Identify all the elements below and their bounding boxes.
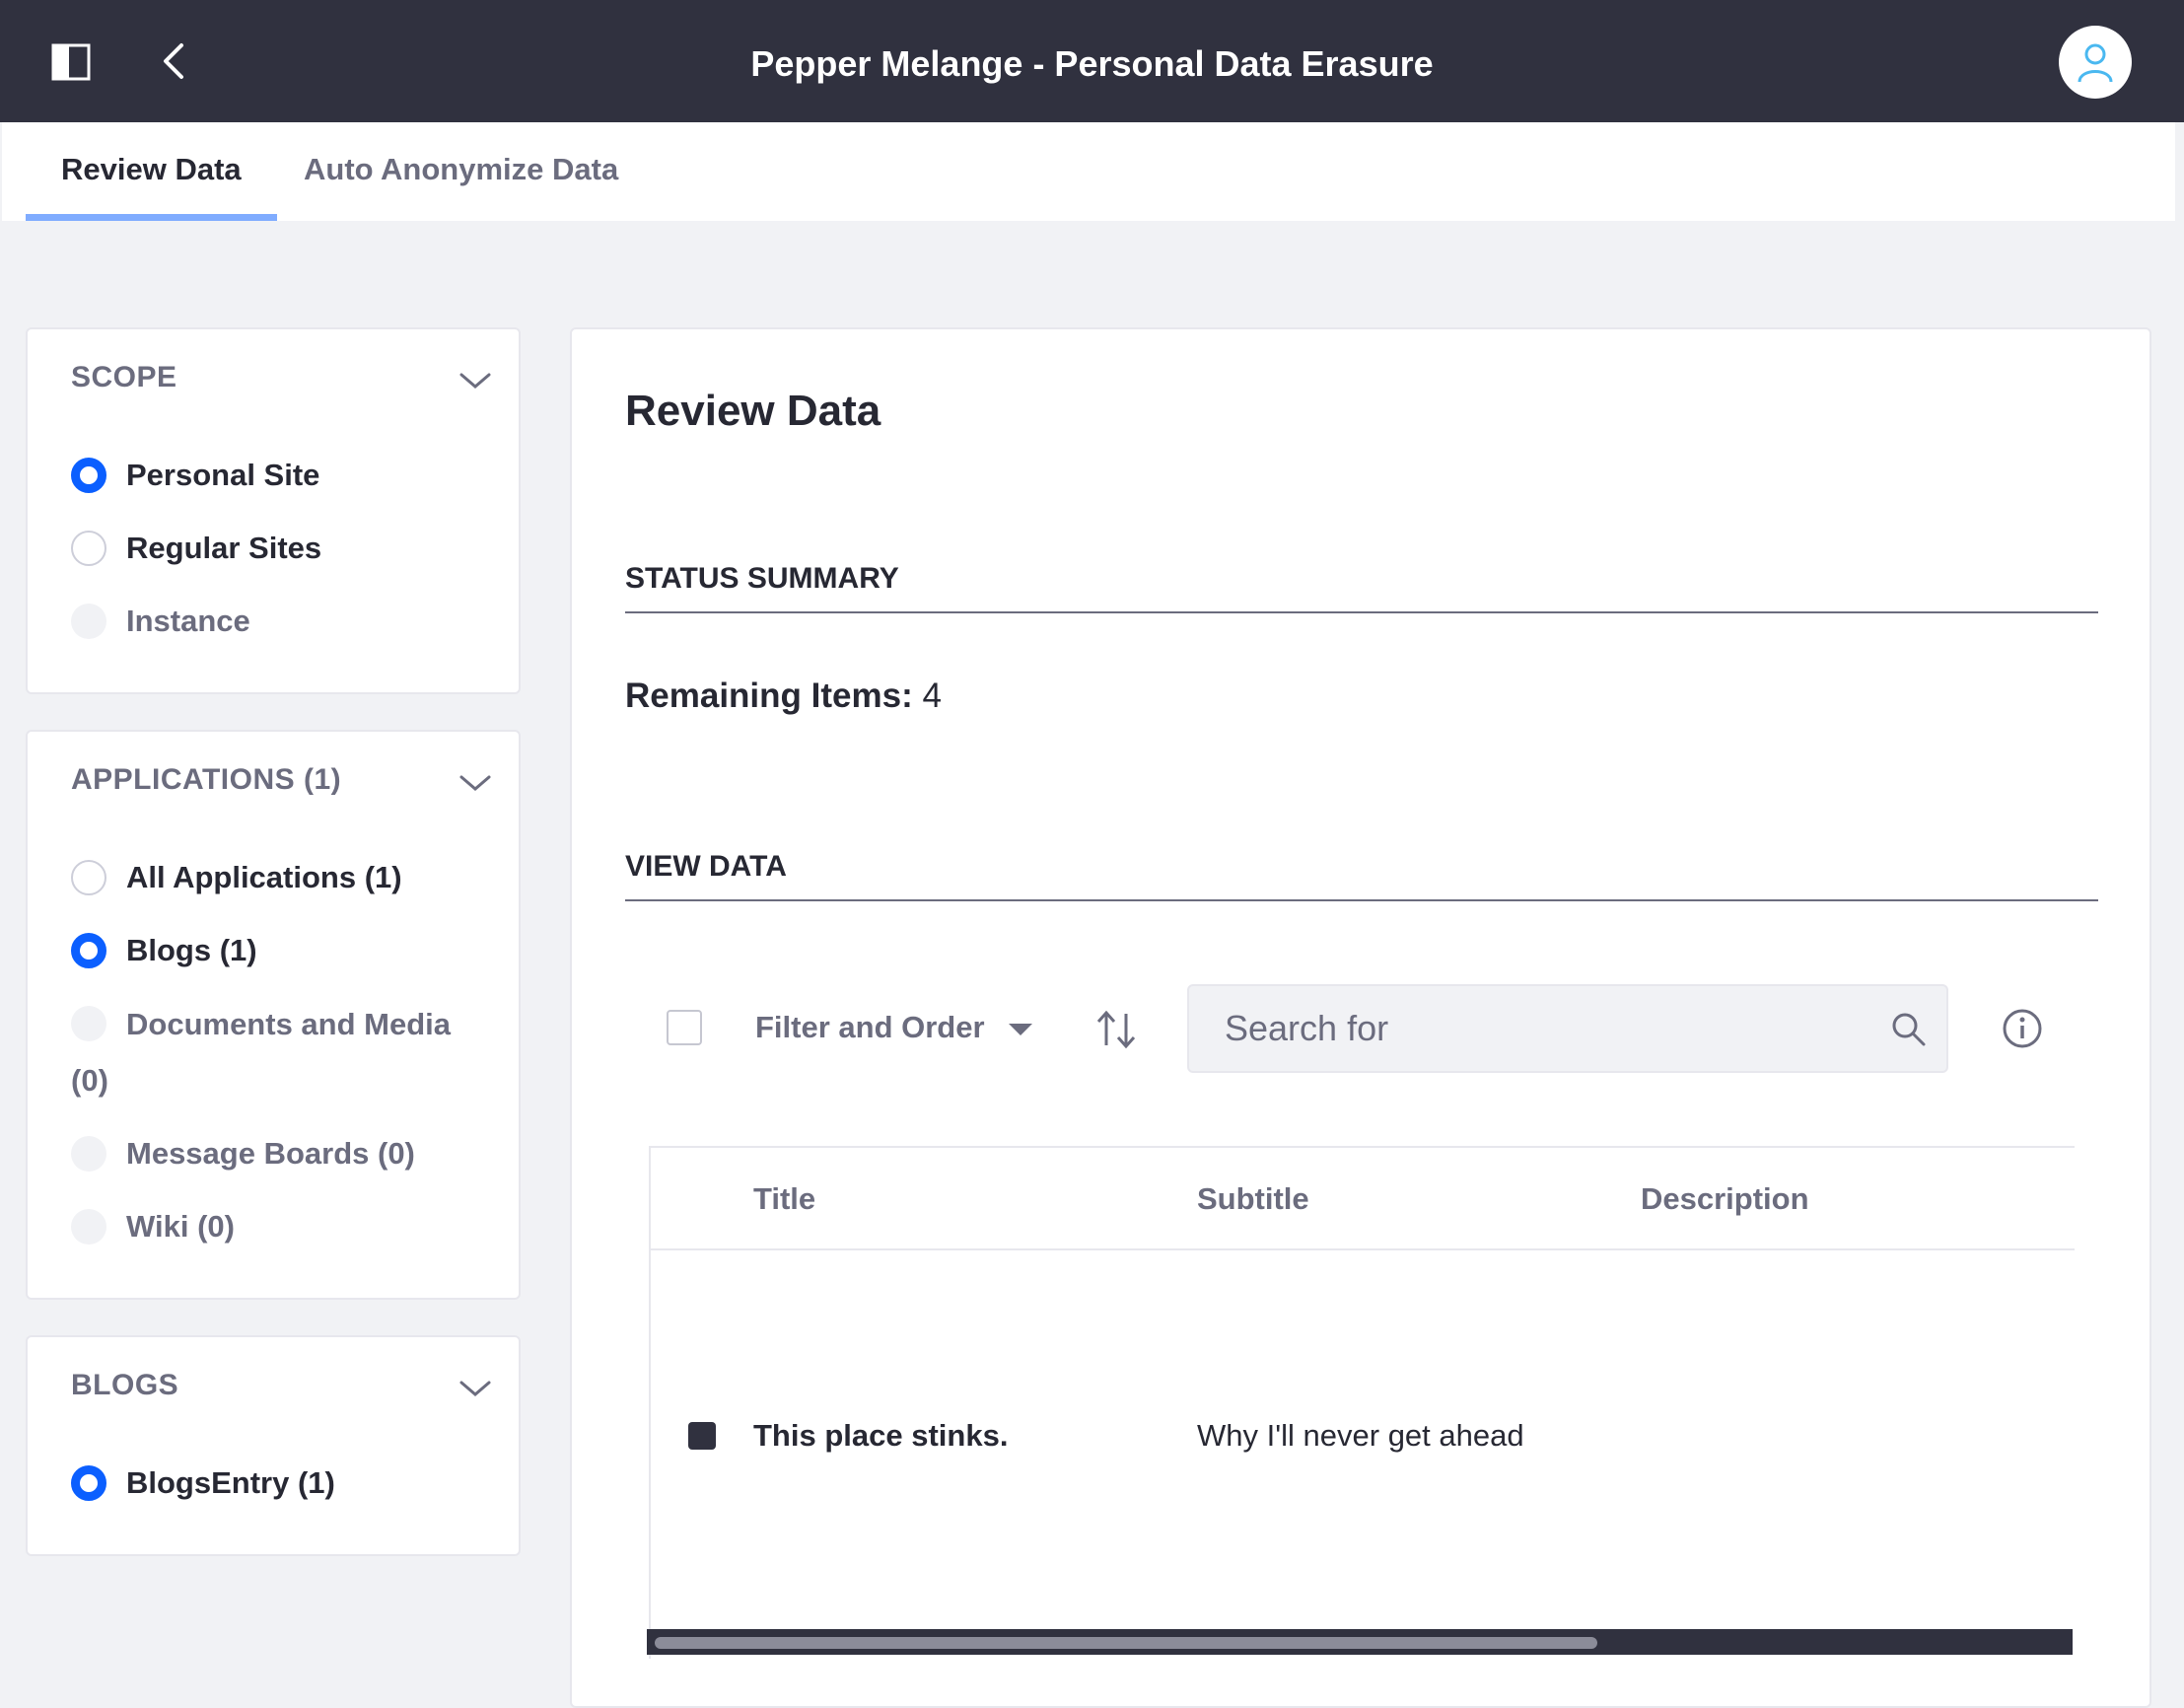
radio-label: All Applications (1) [126, 860, 402, 894]
remaining-items-value: 4 [922, 676, 942, 715]
radio-button[interactable] [71, 458, 106, 493]
radio-button [71, 604, 106, 639]
caret-down-icon [1008, 1023, 1032, 1035]
tab-bar: Review Data Auto Anonymize Data [2, 122, 2175, 221]
scrollbar-thumb[interactable] [655, 1637, 1597, 1649]
chevron-left-icon[interactable] [158, 39, 187, 83]
radio-documents-and-media: Documents and Media (0) [71, 1004, 485, 1108]
radio-button [71, 1006, 106, 1041]
blogs-heading: BLOGS [71, 1369, 179, 1401]
radio-label: BlogsEntry (1) [126, 1465, 335, 1500]
scope-heading: SCOPE [71, 361, 177, 393]
horizontal-scrollbar[interactable] [647, 1629, 2073, 1655]
column-description[interactable]: Description [1641, 1148, 1809, 1250]
radio-button[interactable] [71, 860, 106, 895]
radio-blogsentry[interactable]: BlogsEntry (1) [71, 1463, 335, 1503]
radio-personal-site[interactable]: Personal Site [71, 456, 319, 495]
applications-panel: APPLICATIONS (1) All Applications (1) Bl… [26, 730, 521, 1300]
radio-button[interactable] [71, 933, 106, 968]
sort-order-icon[interactable] [1094, 1008, 1138, 1051]
radio-label: Regular Sites [126, 531, 322, 565]
radio-label: Message Boards (0) [126, 1136, 415, 1171]
search-input[interactable] [1189, 986, 1860, 1071]
scope-panel: SCOPE Personal Site Regular Sites Instan… [26, 327, 521, 694]
remaining-items-label: Remaining Items: [625, 676, 913, 715]
tab-review-data[interactable]: Review Data [26, 122, 277, 221]
status-summary-heading: STATUS SUMMARY [625, 562, 2098, 613]
filter-and-order-label: Filter and Order [755, 1010, 985, 1044]
remaining-items: Remaining Items: 4 [625, 676, 942, 716]
row-subtitle: Why I'll never get ahead [1197, 1418, 1524, 1453]
radio-label: Instance [126, 604, 250, 638]
applications-heading: APPLICATIONS (1) [71, 763, 342, 796]
top-bar: Pepper Melange - Personal Data Erasure [0, 0, 2184, 122]
radio-label: Wiki (0) [126, 1209, 235, 1244]
tab-auto-anonymize-data[interactable]: Auto Anonymize Data [304, 122, 618, 221]
radio-button [71, 1209, 106, 1245]
column-title[interactable]: Title [753, 1148, 815, 1250]
review-data-panel: Review Data STATUS SUMMARY Remaining Ite… [570, 327, 2151, 1708]
radio-blogs[interactable]: Blogs (1) [71, 931, 257, 970]
row-title[interactable]: This place stinks. [753, 1414, 1008, 1458]
page-title: Pepper Melange - Personal Data Erasure [750, 43, 1434, 84]
user-avatar[interactable] [2059, 26, 2132, 99]
row-checkbox[interactable] [688, 1422, 716, 1450]
chevron-down-icon[interactable] [458, 1377, 493, 1400]
radio-label: Blogs (1) [126, 933, 257, 967]
table-header: Title Subtitle Description [651, 1148, 2075, 1250]
user-icon [2078, 43, 2113, 83]
radio-button[interactable] [71, 531, 106, 566]
select-all-checkbox[interactable] [667, 1010, 702, 1045]
radio-instance: Instance [71, 602, 250, 641]
search-box [1187, 984, 1948, 1073]
radio-message-boards: Message Boards (0) [71, 1134, 415, 1174]
data-table: Title Subtitle Description This place st… [649, 1146, 2075, 1659]
radio-label: Documents and Media (0) [71, 1007, 451, 1098]
filter-and-order-dropdown[interactable]: Filter and Order [755, 1004, 1032, 1051]
radio-button[interactable] [71, 1465, 106, 1501]
chevron-down-icon[interactable] [458, 369, 493, 392]
sidebar-toggle-icon[interactable] [51, 43, 91, 81]
radio-all-applications[interactable]: All Applications (1) [71, 858, 402, 897]
search-icon[interactable] [1891, 1012, 1927, 1047]
view-data-heading: VIEW DATA [625, 850, 2098, 901]
column-subtitle[interactable]: Subtitle [1197, 1148, 1309, 1250]
radio-wiki: Wiki (0) [71, 1207, 235, 1246]
radio-regular-sites[interactable]: Regular Sites [71, 529, 321, 568]
section-title: Review Data [625, 387, 881, 435]
radio-label: Personal Site [126, 458, 320, 492]
blogs-panel: BLOGS BlogsEntry (1) [26, 1335, 521, 1556]
radio-button [71, 1136, 106, 1172]
info-icon[interactable] [2002, 1008, 2043, 1049]
chevron-down-icon[interactable] [458, 771, 493, 795]
